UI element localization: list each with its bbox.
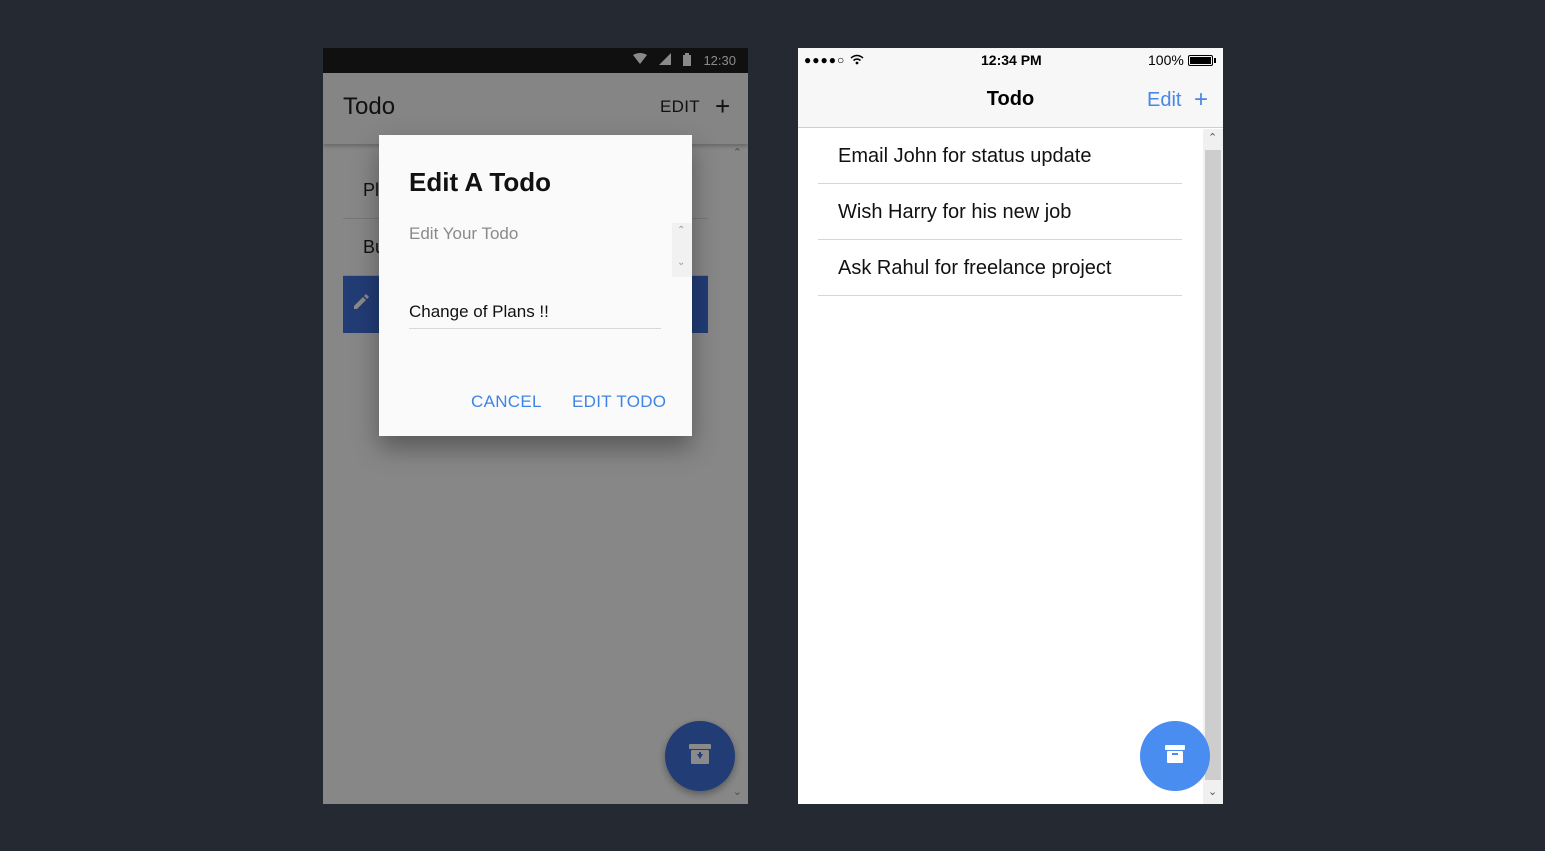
todo-text-input[interactable] xyxy=(409,295,661,329)
battery-tip xyxy=(1214,58,1216,63)
chevron-up-icon[interactable]: ⌃ xyxy=(677,225,685,236)
edit-button[interactable]: Edit xyxy=(1147,89,1181,112)
android-phone: 12:30 Todo EDIT + Pl Bu ⌃ ⌄ Edit A Todo xyxy=(323,48,748,804)
archive-icon xyxy=(1164,744,1186,769)
add-todo-button[interactable]: + xyxy=(1194,86,1208,114)
list-item[interactable]: Email John for status update xyxy=(818,128,1182,184)
list-item[interactable]: Wish Harry for his new job xyxy=(818,184,1182,240)
edit-todo-dialog: Edit A Todo Edit Your Todo ⌃ ⌄ CANCEL ED… xyxy=(379,135,692,436)
battery-percentage: 100% xyxy=(1148,52,1184,68)
wifi-icon xyxy=(850,52,864,68)
battery-icon xyxy=(1188,55,1213,66)
cancel-button[interactable]: CANCEL xyxy=(471,392,542,412)
edit-todo-button[interactable]: EDIT TODO xyxy=(572,392,666,412)
chevron-down-icon[interactable]: ⌄ xyxy=(1208,785,1217,798)
dialog-subtitle: Edit Your Todo xyxy=(409,224,519,243)
ios-status-bar: ●●●●○ 12:34 PM 100% xyxy=(798,48,1223,73)
scrollbar-thumb[interactable] xyxy=(1205,150,1221,780)
ios-status-time: 12:34 PM xyxy=(981,52,1042,68)
dialog-scrollbar[interactable]: ⌃ ⌄ xyxy=(672,223,692,277)
todo-list: Email John for status update Wish Harry … xyxy=(818,145,1182,296)
list-item[interactable]: Ask Rahul for freelance project xyxy=(818,240,1182,296)
chevron-down-icon[interactable]: ⌄ xyxy=(677,257,685,268)
scrollbar[interactable]: ⌃ ⌄ xyxy=(1203,129,1223,804)
ios-phone: ●●●●○ 12:34 PM 100% Todo Edit + Email Jo… xyxy=(798,48,1223,804)
signal-strength-icon: ●●●●○ xyxy=(804,53,846,67)
chevron-up-icon[interactable]: ⌃ xyxy=(1208,131,1217,144)
ios-navigation-bar: Todo Edit + xyxy=(798,73,1223,128)
archive-fab-button[interactable] xyxy=(1140,721,1210,791)
dialog-title: Edit A Todo xyxy=(409,167,551,197)
